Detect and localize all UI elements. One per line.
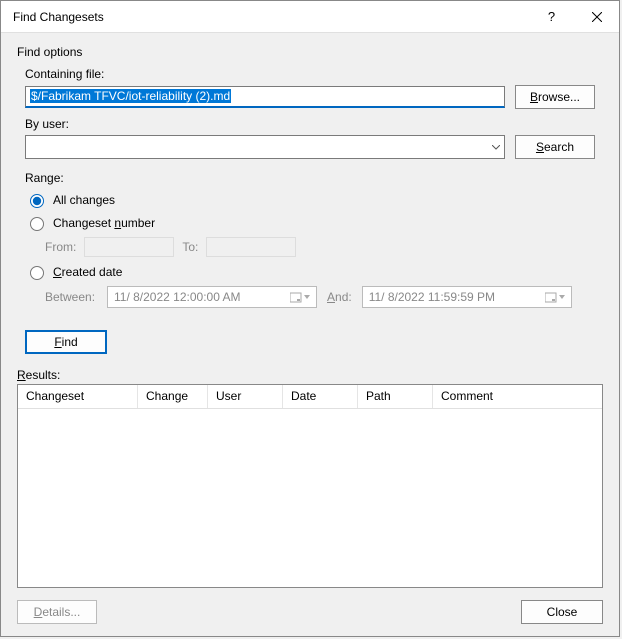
dialog-content: Find options Containing file: $/Fabrikam… bbox=[1, 33, 619, 588]
col-comment[interactable]: Comment bbox=[433, 385, 602, 408]
to-input bbox=[206, 237, 296, 257]
date-between-input: 11/ 8/2022 12:00:00 AM bbox=[107, 286, 317, 308]
col-change[interactable]: Change bbox=[138, 385, 208, 408]
range-all-option[interactable]: All changes bbox=[25, 191, 595, 208]
grid-body bbox=[18, 409, 602, 587]
by-user-combo[interactable] bbox=[25, 135, 505, 159]
radio-all-changes[interactable] bbox=[30, 194, 44, 208]
from-input bbox=[84, 237, 174, 257]
from-label: From: bbox=[45, 240, 76, 254]
range-label: Range: bbox=[25, 171, 595, 185]
chevron-down-icon bbox=[492, 143, 500, 152]
col-user[interactable]: User bbox=[208, 385, 283, 408]
dialog-footer: Details... Close bbox=[1, 588, 619, 636]
results-grid[interactable]: Changeset Change User Date Path Comment bbox=[17, 384, 603, 588]
find-options-label: Find options bbox=[17, 45, 603, 59]
results-label: Results: bbox=[17, 368, 603, 382]
changeset-number-subrow: From: To: bbox=[45, 237, 595, 257]
grid-header: Changeset Change User Date Path Comment bbox=[18, 385, 602, 409]
containing-file-label: Containing file: bbox=[25, 67, 595, 81]
date-and-input: 11/ 8/2022 11:59:59 PM bbox=[362, 286, 572, 308]
range-number-option[interactable]: Changeset number bbox=[25, 214, 595, 231]
window-title: Find Changesets bbox=[13, 10, 529, 24]
containing-file-input[interactable]: $/Fabrikam TFVC/iot-reliability (2).md bbox=[25, 86, 505, 108]
col-date[interactable]: Date bbox=[283, 385, 358, 408]
search-button[interactable]: Search bbox=[515, 135, 595, 159]
created-date-subrow: Between: 11/ 8/2022 12:00:00 AM And: 11/… bbox=[45, 286, 595, 308]
and-label: And: bbox=[327, 290, 352, 304]
between-label: Between: bbox=[45, 290, 97, 304]
to-label: To: bbox=[182, 240, 198, 254]
details-button: Details... bbox=[17, 600, 97, 624]
by-user-label: By user: bbox=[25, 117, 595, 131]
close-icon bbox=[592, 12, 602, 22]
range-all-label: All changes bbox=[53, 193, 115, 207]
col-changeset[interactable]: Changeset bbox=[18, 385, 138, 408]
col-path[interactable]: Path bbox=[358, 385, 433, 408]
radio-created-date[interactable] bbox=[30, 266, 44, 280]
calendar-dropdown-icon bbox=[545, 292, 565, 303]
find-changesets-dialog: Find Changesets ? Find options Containin… bbox=[0, 0, 620, 637]
range-number-label: Changeset number bbox=[53, 216, 155, 230]
radio-changeset-number[interactable] bbox=[30, 217, 44, 231]
range-created-option[interactable]: Created date bbox=[25, 263, 595, 280]
calendar-dropdown-icon bbox=[290, 292, 310, 303]
help-button[interactable]: ? bbox=[529, 1, 574, 33]
range-created-label: Created date bbox=[53, 265, 122, 279]
close-button[interactable]: Close bbox=[521, 600, 603, 624]
close-window-button[interactable] bbox=[574, 1, 619, 33]
titlebar: Find Changesets ? bbox=[1, 1, 619, 33]
results-section: Results: Changeset Change User Date Path… bbox=[17, 368, 603, 588]
browse-button[interactable]: Browse... bbox=[515, 85, 595, 109]
find-button[interactable]: Find bbox=[25, 330, 107, 354]
find-options-group: Containing file: $/Fabrikam TFVC/iot-rel… bbox=[17, 67, 603, 354]
